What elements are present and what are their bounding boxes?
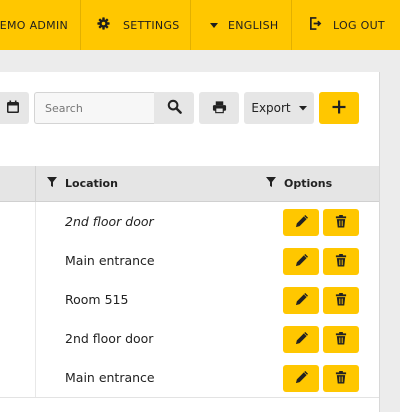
location-cell: 2nd floor door	[65, 331, 154, 346]
trash-icon	[335, 291, 347, 310]
caret-down-icon	[298, 105, 307, 111]
add-button[interactable]	[319, 92, 359, 124]
delete-button[interactable]	[323, 248, 359, 275]
filter-icon[interactable]	[47, 177, 57, 190]
edit-button[interactable]	[283, 326, 319, 353]
pencil-icon	[295, 369, 308, 388]
column-divider	[35, 280, 36, 319]
export-label: Export	[251, 101, 291, 115]
location-cell: Main entrance	[65, 253, 155, 268]
table-row: Main entrance	[0, 241, 379, 281]
delete-button[interactable]	[323, 287, 359, 314]
user-menu[interactable]: DEMO ADMIN	[0, 0, 68, 50]
user-label: DEMO ADMIN	[0, 18, 69, 32]
nav-divider	[291, 0, 292, 50]
card-edge	[379, 72, 380, 412]
language-label: ENGLISH	[228, 18, 279, 32]
column-divider	[35, 166, 36, 201]
top-nav-bar: DEMO ADMIN SETTINGS ENGLISH	[0, 0, 400, 50]
column-label: Options	[284, 177, 333, 190]
logout-button[interactable]: LOG OUT	[309, 0, 385, 50]
delete-button[interactable]	[323, 209, 359, 236]
edit-button[interactable]	[283, 209, 319, 236]
nav-divider	[190, 0, 191, 50]
print-button[interactable]	[199, 92, 239, 124]
calendar-icon	[6, 99, 20, 118]
delete-button[interactable]	[323, 326, 359, 353]
print-icon	[212, 99, 227, 118]
export-dropdown[interactable]: Export	[244, 92, 314, 124]
table-header: Location Options	[0, 166, 379, 202]
edit-button[interactable]	[283, 287, 319, 314]
trash-icon	[335, 213, 347, 232]
column-divider	[35, 241, 36, 280]
settings-menu[interactable]: SETTINGS	[97, 0, 180, 50]
gear-icon	[97, 17, 110, 33]
column-divider	[35, 358, 36, 397]
column-header-options[interactable]: Options	[266, 166, 332, 201]
search-icon	[167, 99, 182, 118]
location-cell: 2nd floor door	[65, 214, 154, 229]
edit-button[interactable]	[283, 248, 319, 275]
column-label: Location	[65, 177, 118, 190]
delete-button[interactable]	[323, 365, 359, 392]
caret-down-icon	[210, 19, 218, 32]
column-divider	[35, 319, 36, 358]
pencil-icon	[295, 330, 308, 349]
trash-icon	[335, 252, 347, 271]
language-selector[interactable]: ENGLISH	[210, 0, 278, 50]
nav-divider	[80, 0, 81, 50]
edit-button[interactable]	[283, 365, 319, 392]
table-row: 2nd floor door	[0, 319, 379, 359]
pencil-icon	[295, 252, 308, 271]
trash-icon	[335, 369, 347, 388]
table-row: Room 515	[0, 280, 379, 320]
logout-label: LOG OUT	[333, 18, 385, 32]
search-input[interactable]	[34, 92, 154, 124]
location-cell: Room 515	[65, 292, 129, 307]
table-row: 2nd floor door	[0, 202, 379, 242]
filter-icon[interactable]	[266, 177, 276, 190]
search-button[interactable]	[154, 92, 194, 124]
date-filter-button[interactable]	[0, 92, 29, 124]
plus-icon	[332, 99, 346, 118]
pencil-icon	[295, 291, 308, 310]
trash-icon	[335, 330, 347, 349]
location-cell: Main entrance	[65, 370, 155, 385]
settings-label: SETTINGS	[123, 18, 180, 32]
column-header-location[interactable]: Location	[47, 166, 118, 201]
pencil-icon	[295, 213, 308, 232]
logout-icon	[309, 17, 322, 33]
table-row: Main entrance	[0, 358, 379, 398]
column-divider	[35, 202, 36, 241]
